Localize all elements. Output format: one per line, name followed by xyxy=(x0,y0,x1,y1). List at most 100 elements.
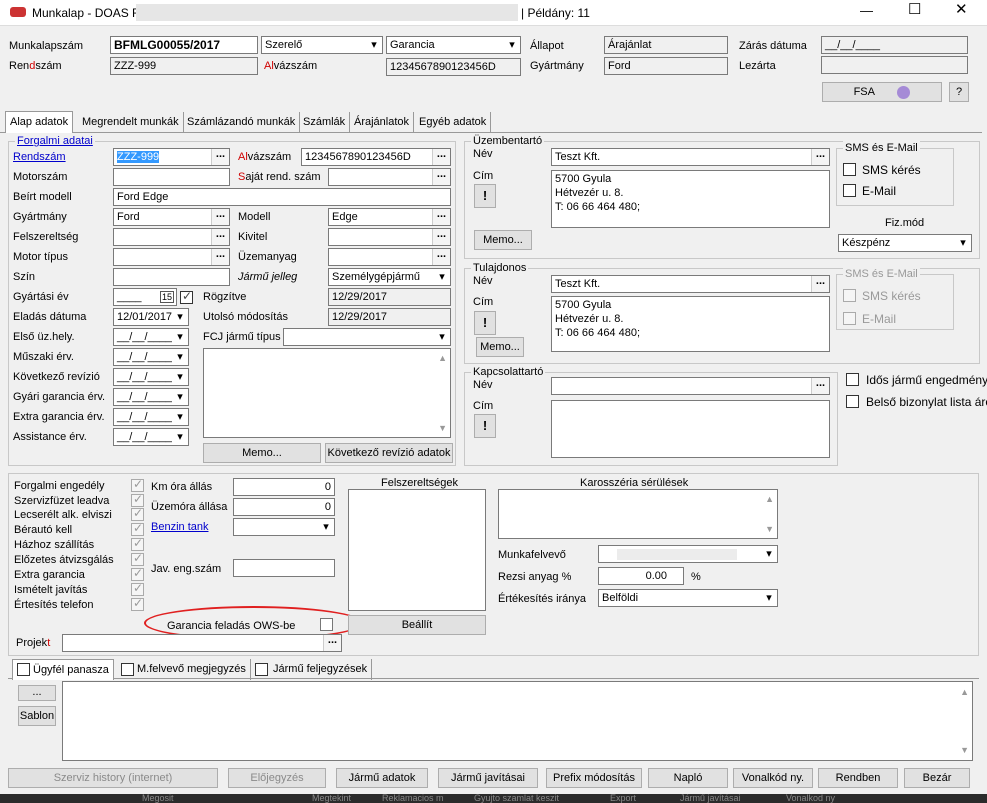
ellipsis-icon[interactable]: ... xyxy=(323,635,341,651)
ertekesites-select[interactable]: Belföldi ▾ xyxy=(598,589,778,607)
uzemora-field[interactable]: 0 xyxy=(233,498,335,516)
szin-field[interactable] xyxy=(113,268,230,286)
chevron-down-icon[interactable]: ▾ xyxy=(172,309,188,325)
scrollbar-up-icon[interactable]: ▲ xyxy=(438,351,447,365)
ellipsis-icon[interactable]: ... xyxy=(811,149,829,165)
ellipsis-icon[interactable]: ... xyxy=(211,209,229,225)
tab-szamlak[interactable]: Számlák xyxy=(299,112,351,133)
help-button[interactable]: ? xyxy=(949,82,969,102)
muszaki-field[interactable]: __/__/____ ▾ xyxy=(113,348,189,366)
uzem-nev-field[interactable]: Teszt Kft.... xyxy=(551,148,830,166)
gyartasi-ev-checkbox[interactable] xyxy=(180,289,193,304)
fsa-button[interactable]: FSA xyxy=(822,82,942,102)
subtab-checkbox[interactable] xyxy=(17,663,30,676)
chevron-down-icon[interactable]: ▾ xyxy=(172,329,188,345)
szerviz-history-button[interactable]: Szerviz history (internet) xyxy=(8,768,218,788)
sajat-rend-field[interactable]: ... xyxy=(328,168,451,186)
extra-garancia-field[interactable]: __/__/____ ▾ xyxy=(113,408,189,426)
belso-bizonylat-checkbox[interactable] xyxy=(846,395,859,408)
felszereltsegek-list[interactable] xyxy=(348,489,486,611)
tab-arajanlatok[interactable]: Árajánlatok xyxy=(350,112,415,133)
fcj-select[interactable]: ▾ xyxy=(283,328,451,346)
kap-alert-button[interactable]: ! xyxy=(474,414,496,438)
beirt-modell-field[interactable]: Ford Edge xyxy=(113,188,451,206)
sablon-button[interactable]: Sablon xyxy=(18,706,56,726)
kivitel-field[interactable]: ... xyxy=(328,228,451,246)
alvazszam-field[interactable]: 1234567890123456D... xyxy=(301,148,451,166)
calendar-icon[interactable]: 15 xyxy=(159,291,174,303)
tul-nev-field[interactable]: Teszt Kft.... xyxy=(551,275,830,293)
felszereltseg-field[interactable]: ... xyxy=(113,228,230,246)
km-field[interactable]: 0 xyxy=(233,478,335,496)
idos-jarmu-checkbox[interactable] xyxy=(846,373,859,386)
eladas-field[interactable]: 12/01/2017 ▾ xyxy=(113,308,189,326)
scrollbar-up-icon[interactable]: ▲ xyxy=(960,685,969,699)
check-box-6[interactable] xyxy=(131,566,144,581)
uzem-cim-field[interactable]: 5700 Gyula Hétvezér u. 8. T: 06 66 464 4… xyxy=(551,170,830,228)
uzem-memo-button[interactable]: Memo... xyxy=(474,230,532,250)
uzemanyag-field[interactable]: ... xyxy=(328,248,451,266)
subtab-jarmu-feljegyzesek[interactable]: Jármű feljegyzések xyxy=(251,659,373,680)
check-box-2[interactable] xyxy=(131,506,144,521)
chevron-down-icon[interactable]: ▾ xyxy=(172,369,188,385)
forgalmi-link[interactable]: Forgalmi adatai xyxy=(15,134,95,148)
chevron-down-icon[interactable]: ▾ xyxy=(366,37,382,53)
kap-nev-field[interactable]: ... xyxy=(551,377,830,395)
kovetkezo-field[interactable]: __/__/____ ▾ xyxy=(113,368,189,386)
ellipsis-icon[interactable]: ... xyxy=(211,229,229,245)
ellipsis-icon[interactable]: ... xyxy=(432,229,450,245)
tab-megrendelt-munkak[interactable]: Megrendelt munkák xyxy=(78,112,184,133)
tul-memo-button[interactable]: Memo... xyxy=(476,337,524,357)
gyartmany-field[interactable]: Ford... xyxy=(113,208,230,226)
jarmu-javitasai-button[interactable]: Jármű javításai xyxy=(438,768,538,788)
maximize-icon[interactable]: ☐ xyxy=(908,2,921,17)
chevron-down-icon[interactable]: ▾ xyxy=(172,349,188,365)
subtab-checkbox[interactable] xyxy=(121,663,134,676)
ellipsis-icon[interactable]: ... xyxy=(811,378,829,394)
ellipsis-icon[interactable]: ... xyxy=(432,249,450,265)
check-box-4[interactable] xyxy=(131,536,144,551)
close-icon[interactable]: ✕ xyxy=(955,2,968,17)
notes-area[interactable]: ▲ ▼ xyxy=(62,681,973,761)
benzin-tank-link[interactable]: Benzin tank xyxy=(151,520,208,534)
chevron-down-icon[interactable]: ▾ xyxy=(504,37,520,53)
check-box-5[interactable] xyxy=(131,551,144,566)
karosszeria-area[interactable]: ▲ ▼ xyxy=(498,489,778,539)
chevron-down-icon[interactable]: ▾ xyxy=(172,429,188,445)
munkafelvevo-select[interactable]: ▾ xyxy=(598,545,778,563)
kovetkezo-revizio-button[interactable]: Következő revízió adatok xyxy=(325,443,453,463)
jarmu-adatok-button[interactable]: Jármű adatok xyxy=(336,768,428,788)
motortipus-field[interactable]: ... xyxy=(113,248,230,266)
chevron-down-icon[interactable]: ▾ xyxy=(761,546,777,562)
chevron-down-icon[interactable]: ▾ xyxy=(172,389,188,405)
beallit-button[interactable]: Beállít xyxy=(348,615,486,635)
scrollbar-up-icon[interactable]: ▲ xyxy=(765,492,774,506)
scrollbar-down-icon[interactable]: ▼ xyxy=(438,421,447,435)
ellipsis-icon[interactable]: ... xyxy=(432,209,450,225)
prefix-modositas-button[interactable]: Prefix módosítás xyxy=(546,768,642,788)
projekt-field[interactable]: ... xyxy=(62,634,342,652)
motorszam-field[interactable] xyxy=(113,168,230,186)
fizmod-select[interactable]: Készpénz ▾ xyxy=(838,234,972,252)
chevron-down-icon[interactable]: ▾ xyxy=(318,519,334,535)
subtab-mfelvevo[interactable]: M.felvevő megjegyzés xyxy=(117,659,251,680)
kap-cim-field[interactable] xyxy=(551,400,830,458)
elso-uzhely-field[interactable]: __/__/____ ▾ xyxy=(113,328,189,346)
check-box-8[interactable] xyxy=(131,596,144,611)
rezsi-field[interactable]: 0.00 xyxy=(598,567,684,585)
notes-dots-button[interactable]: ... xyxy=(18,685,56,701)
ellipsis-icon[interactable]: ... xyxy=(211,249,229,265)
chevron-down-icon[interactable]: ▾ xyxy=(172,409,188,425)
check-box-3[interactable] xyxy=(131,521,144,536)
check-box-0[interactable] xyxy=(131,477,144,492)
jarmu-jelleg-select[interactable]: Személygépjármű ▾ xyxy=(328,268,451,286)
naplo-button[interactable]: Napló xyxy=(648,768,728,788)
bezar-button[interactable]: Bezár xyxy=(904,768,970,788)
uzem-sms-checkbox[interactable] xyxy=(843,163,856,176)
chevron-down-icon[interactable]: ▾ xyxy=(955,235,971,251)
rendszam-label[interactable]: Rendszám xyxy=(13,150,66,164)
ellipsis-icon[interactable]: ... xyxy=(811,276,829,292)
vehicle-notes-area[interactable]: ▲ ▼ xyxy=(203,348,451,438)
chevron-down-icon[interactable]: ▾ xyxy=(761,590,777,606)
check-box-7[interactable] xyxy=(131,581,144,596)
